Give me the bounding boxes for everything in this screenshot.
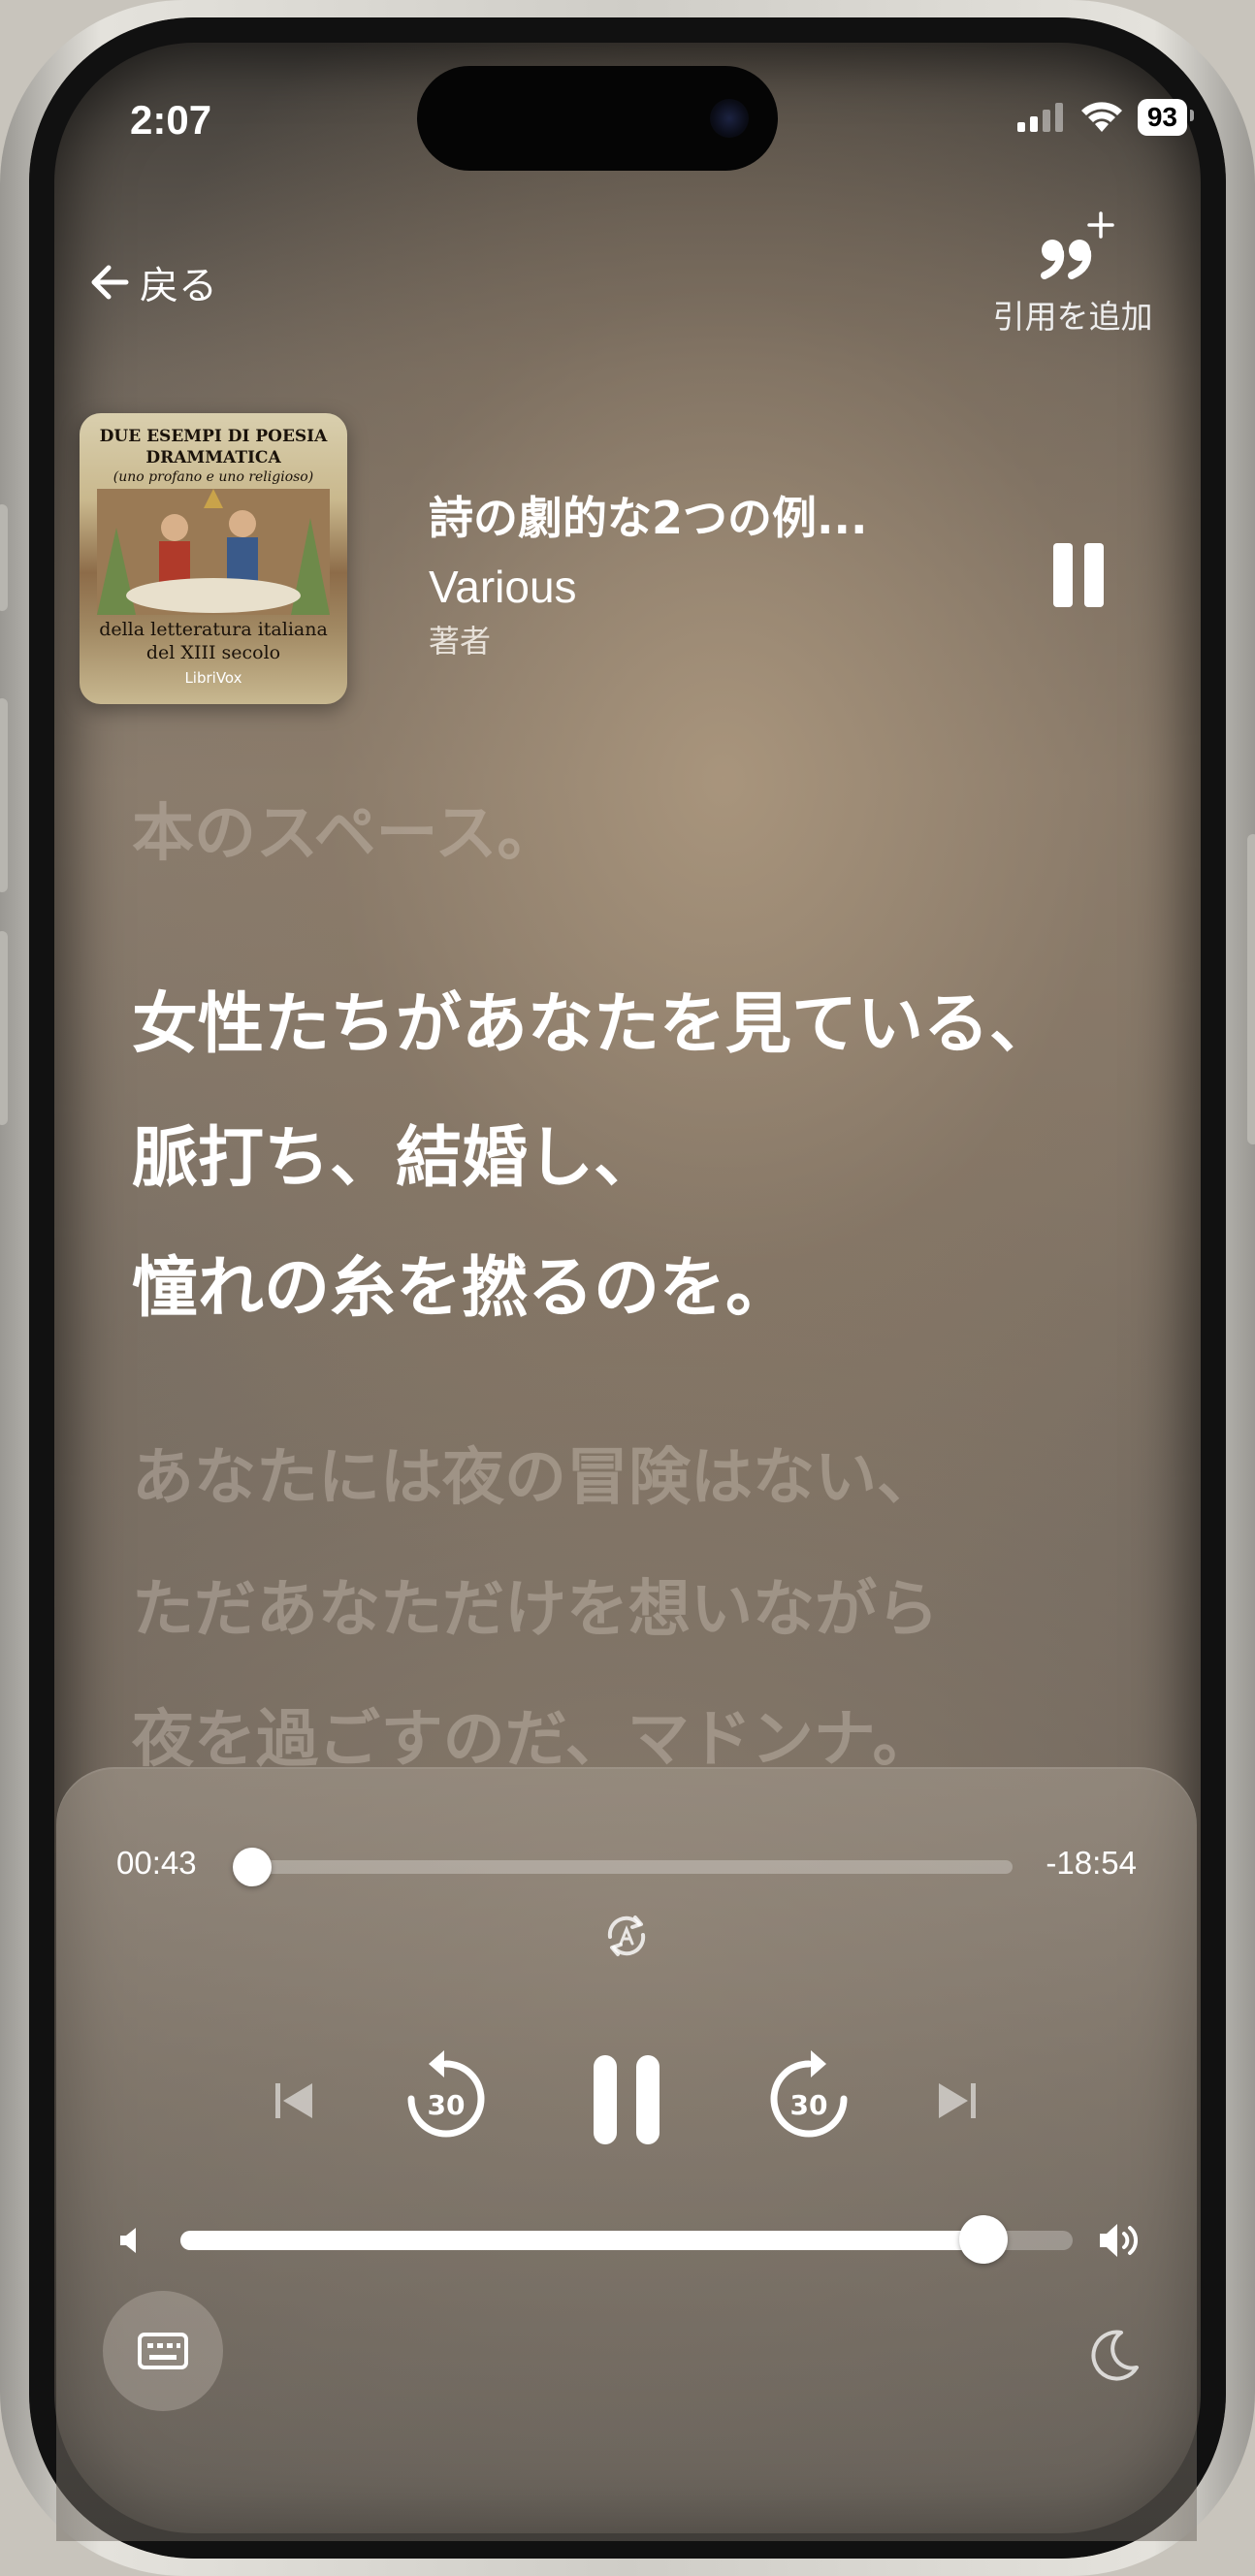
pause-icon bbox=[594, 2055, 660, 2144]
volume-low-button[interactable] bbox=[113, 2221, 147, 2260]
skip-next-icon bbox=[939, 2083, 976, 2118]
book-author: Various bbox=[429, 562, 577, 612]
cover-illustration bbox=[97, 489, 330, 615]
transcript-previous-line: 本のスペース。 bbox=[132, 798, 560, 870]
side-button bbox=[1247, 834, 1255, 1144]
cover-subtitle-line-1: della letteratura italiana bbox=[99, 619, 328, 640]
remaining-time: -18:54 bbox=[1046, 1845, 1137, 1881]
wifi-icon bbox=[1080, 102, 1122, 132]
volume-high-button[interactable] bbox=[1094, 2217, 1146, 2264]
volume-slider[interactable] bbox=[180, 2215, 1073, 2264]
front-camera bbox=[710, 99, 749, 138]
cover-title-line-1: DUE ESEMPI DI POESIA bbox=[99, 427, 328, 446]
transcript-next-line-1: あなたには夜の冒険はない、 bbox=[132, 1442, 939, 1514]
transcript-current-line-1: 女性たちがあなたを見ている、 bbox=[132, 986, 1056, 1063]
transcript-next-line-3: 夜を過ごすのだ、マドンナ。 bbox=[132, 1704, 935, 1776]
back-label: 戻る bbox=[140, 264, 217, 308]
now-playing-info[interactable]: 詩の劇的な2つの例... Various 著者 bbox=[429, 483, 972, 661]
speaker-low-icon bbox=[120, 2228, 136, 2253]
play-pause-button[interactable] bbox=[578, 2046, 675, 2153]
transcript-current-line-2: 脈打ち、結婚し、 bbox=[132, 1120, 660, 1197]
book-title: 詩の劇的な2つの例... bbox=[429, 492, 868, 544]
back-button[interactable]: 戻る bbox=[87, 254, 217, 310]
rewind-seconds: 30 bbox=[428, 2089, 466, 2121]
book-cover[interactable]: DUE ESEMPI DI POESIA DRAMMATICA (uno pro… bbox=[80, 413, 347, 704]
mini-pause-button[interactable] bbox=[1049, 543, 1108, 607]
moon-icon bbox=[1091, 2330, 1139, 2381]
keyboard-transcript-icon bbox=[138, 2333, 188, 2369]
volume-down-button bbox=[0, 931, 8, 1125]
progress-track[interactable] bbox=[233, 1848, 1013, 1886]
battery-indicator: 93 bbox=[1137, 99, 1195, 136]
cellular-signal-icon bbox=[1016, 103, 1063, 132]
action-button bbox=[0, 504, 8, 611]
volume-knob[interactable] bbox=[959, 2215, 1008, 2264]
forward-seconds: 30 bbox=[790, 2089, 828, 2121]
cover-title-line-3: (uno profano e uno religioso) bbox=[113, 469, 314, 485]
rewind-30-icon: 30 bbox=[407, 2050, 485, 2138]
sleep-timer-button[interactable] bbox=[1084, 2324, 1146, 2386]
cover-subtitle-line-2: del XIII secolo bbox=[145, 642, 281, 663]
add-quote-label: 引用を追加 bbox=[992, 298, 1153, 336]
status-icons: 93 bbox=[1015, 99, 1195, 136]
pause-icon bbox=[1084, 543, 1104, 607]
forward-30-icon: 30 bbox=[770, 2050, 848, 2138]
status-time: 2:07 bbox=[130, 97, 212, 143]
author-role: 著者 bbox=[429, 623, 492, 660]
skip-next-button[interactable] bbox=[933, 2074, 981, 2128]
cover-title-line-2: DRAMMATICA bbox=[145, 448, 281, 467]
elapsed-time: 00:43 bbox=[116, 1845, 197, 1881]
auto-repeat-icon bbox=[607, 1916, 646, 1956]
volume-up-button bbox=[0, 698, 8, 892]
progress-knob[interactable] bbox=[233, 1848, 272, 1886]
cover-publisher: LibriVox bbox=[184, 669, 242, 687]
transcript-next-line-2: ただあなただけを想いながら bbox=[132, 1574, 939, 1646]
dynamic-island bbox=[417, 66, 778, 171]
pause-icon bbox=[1053, 543, 1073, 607]
transcript-current-line-3: 憧れの糸を撚るのを。 bbox=[132, 1250, 792, 1327]
transcript-button[interactable] bbox=[103, 2291, 223, 2411]
auto-repeat-button[interactable] bbox=[597, 1907, 656, 1965]
add-quote-icon bbox=[1041, 211, 1114, 279]
skip-previous-icon bbox=[275, 2083, 312, 2118]
player-controls-panel bbox=[56, 1767, 1197, 2541]
skip-previous-button[interactable] bbox=[270, 2074, 318, 2128]
rewind-30-button[interactable]: 30 bbox=[400, 2045, 493, 2145]
forward-30-button[interactable]: 30 bbox=[762, 2045, 855, 2145]
arrow-left-icon bbox=[91, 265, 129, 300]
add-quote-button[interactable]: 引用を追加 bbox=[976, 206, 1170, 338]
speaker-high-icon bbox=[1100, 2224, 1138, 2257]
volume-fill bbox=[180, 2231, 983, 2250]
